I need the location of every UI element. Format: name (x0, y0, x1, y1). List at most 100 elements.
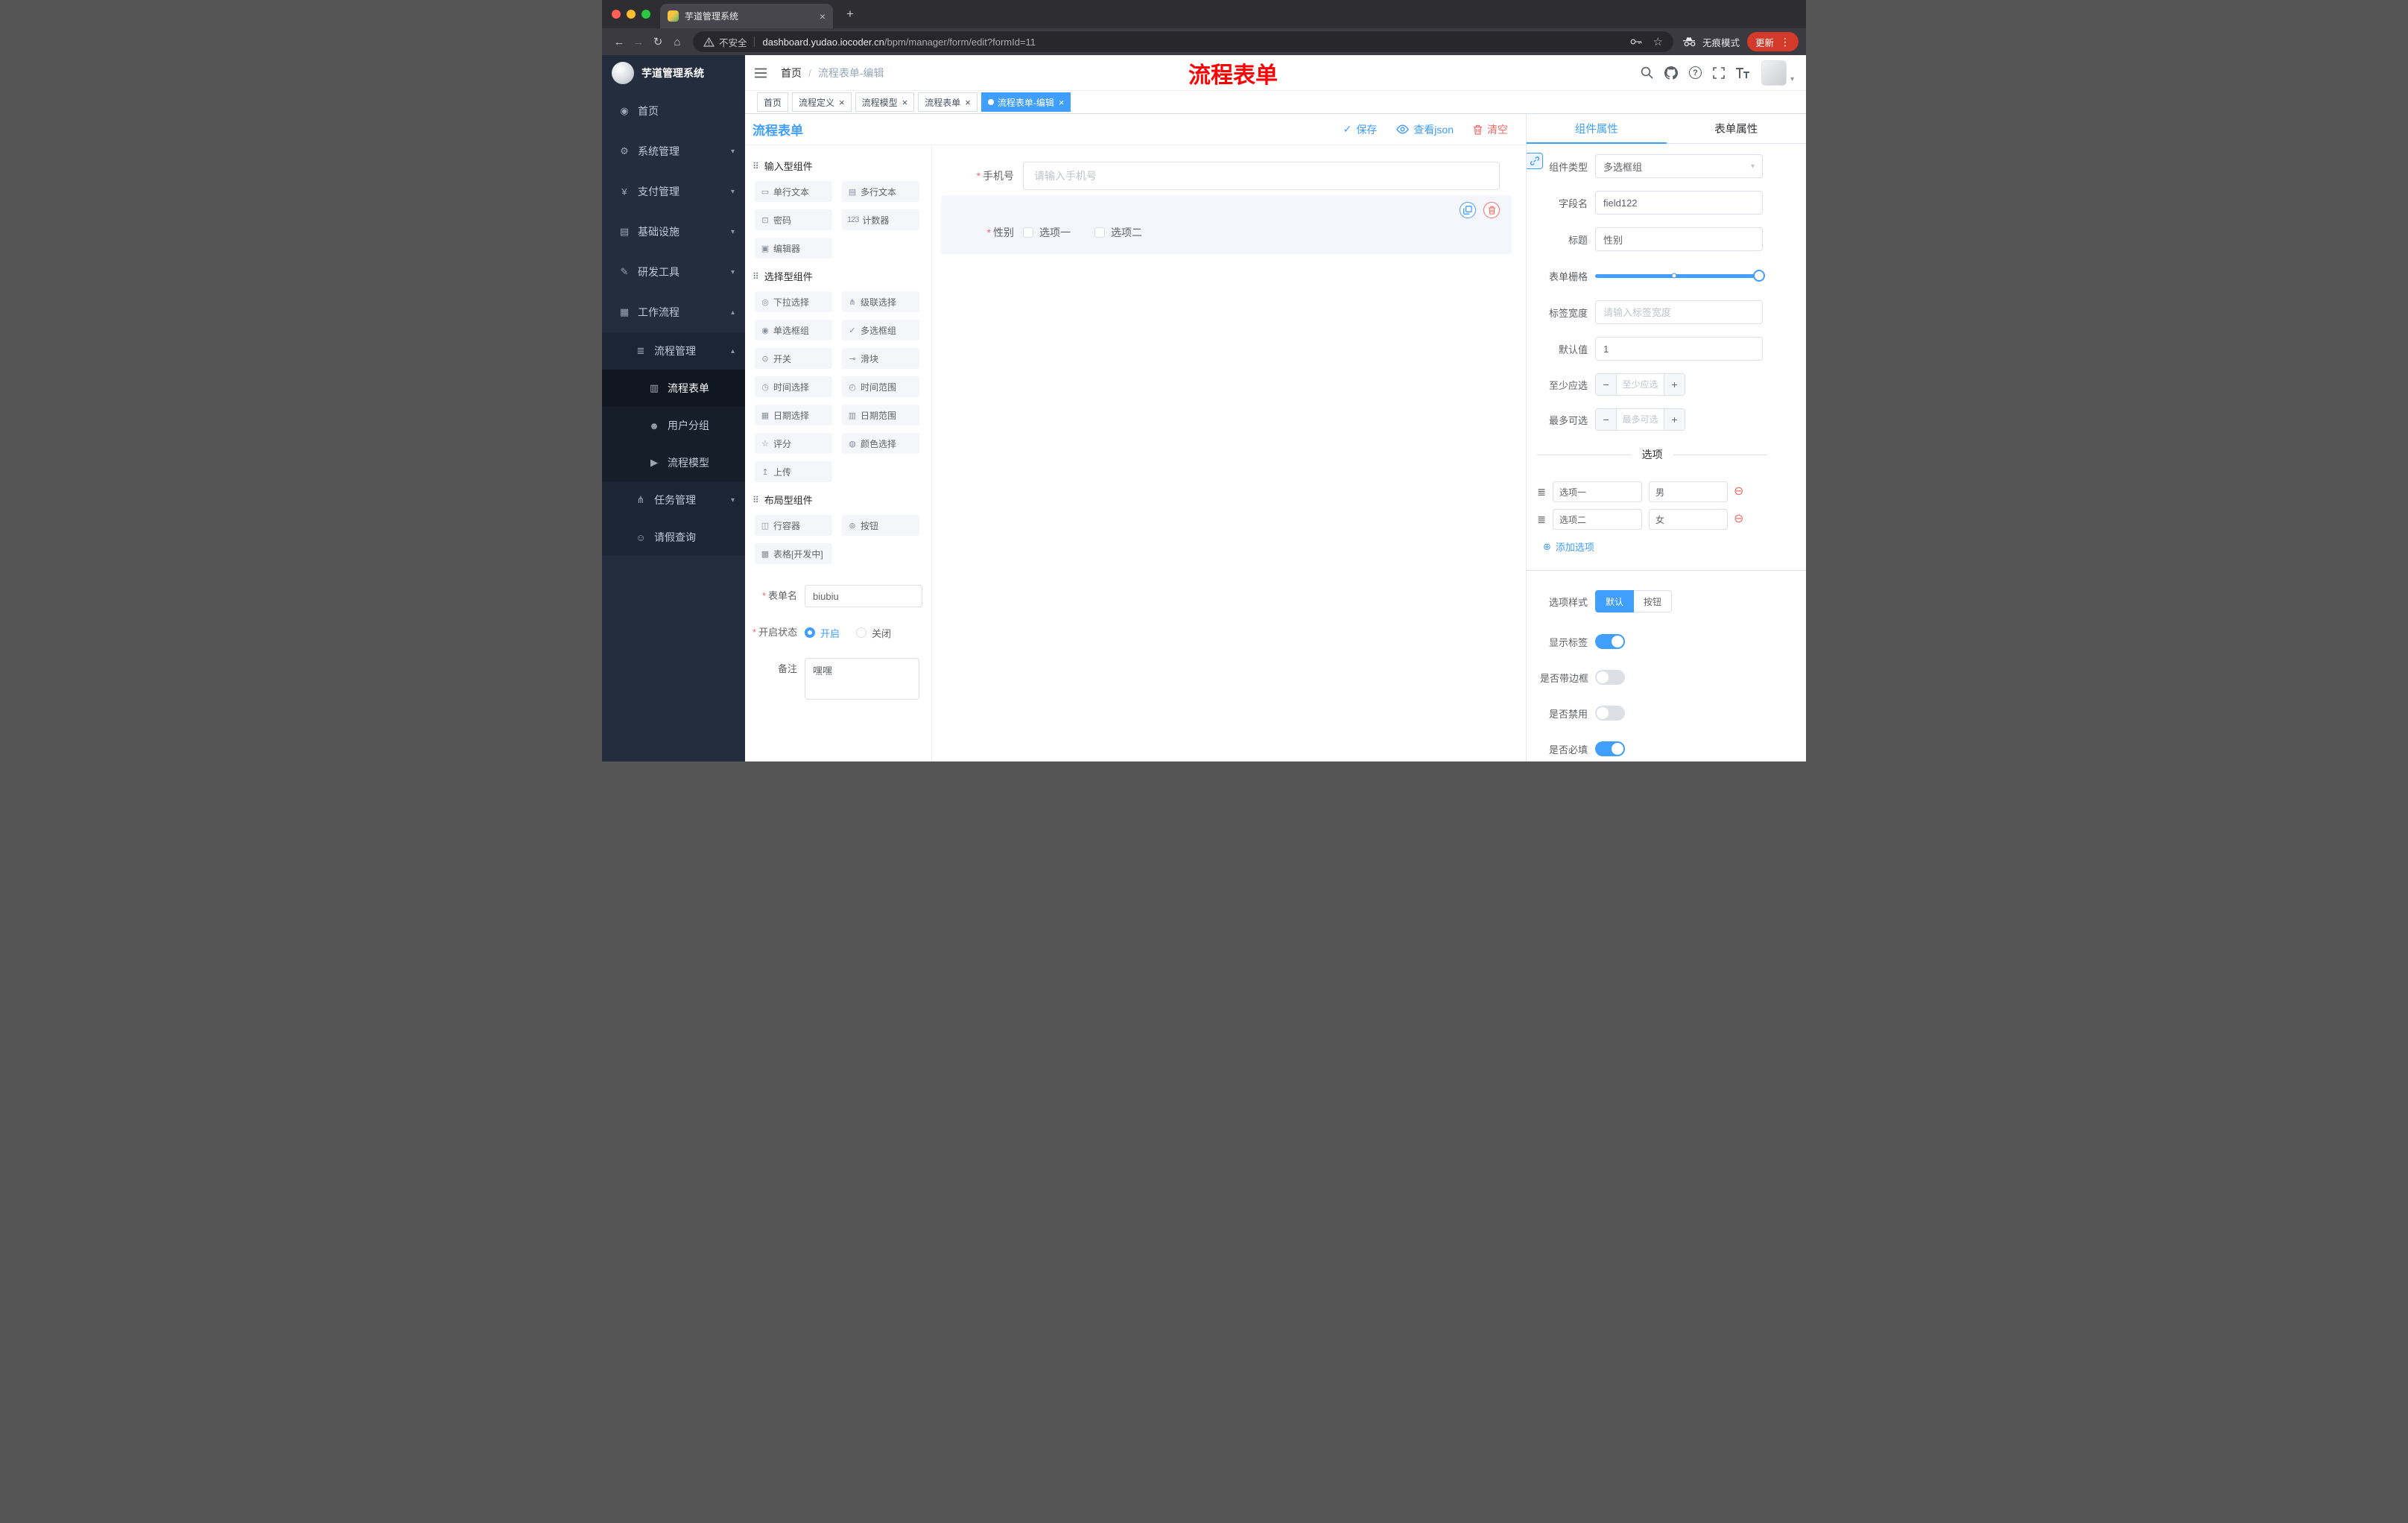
update-button[interactable]: 更新 ⋮ (1746, 32, 1799, 51)
palette-item-upload[interactable]: ↥ 上传 (755, 461, 832, 482)
sidebar-item-task-management[interactable]: ⋔ 任务管理 ▾ (602, 481, 745, 519)
slider-handle[interactable] (1753, 270, 1765, 282)
increase-button[interactable]: + (1664, 409, 1685, 430)
new-tab-button[interactable]: + (842, 7, 858, 22)
palette-item-cascader[interactable]: ⋔ 级联选择 (842, 291, 919, 312)
sidebar-item-dev-tools[interactable]: ✎ 研发工具 ▾ (602, 252, 745, 292)
toggle-switch[interactable] (1595, 670, 1625, 685)
sidebar-item-process-model[interactable]: ▶ 流程模型 (602, 444, 745, 481)
back-button[interactable]: ← (609, 36, 629, 48)
tags-view-item[interactable]: 流程定义 × (792, 92, 852, 112)
font-size-icon[interactable] (1735, 67, 1750, 78)
sidebar-item-process-form[interactable]: ▥ 流程表单 (602, 370, 745, 407)
option-name-input[interactable] (1553, 509, 1642, 530)
palette-item-color-picker[interactable]: ◍ 颜色选择 (842, 433, 919, 454)
sidebar-item-payment-management[interactable]: ¥ 支付管理 ▾ (602, 171, 745, 212)
default-value-input[interactable] (1595, 337, 1763, 361)
link-icon[interactable] (1527, 153, 1543, 169)
hamburger-menu-icon[interactable] (754, 68, 767, 78)
status-radio-off[interactable]: 关闭 (856, 626, 891, 640)
copy-component-button[interactable] (1460, 202, 1476, 218)
toggle-switch[interactable] (1595, 634, 1625, 649)
option-style-default-button[interactable]: 默认 (1595, 590, 1635, 612)
palette-item-table[interactable]: ▩ 表格[开发中] (755, 543, 832, 564)
tab-form-props[interactable]: 表单属性 (1667, 114, 1807, 143)
form-grid-slider[interactable] (1595, 264, 1765, 288)
avatar-caret-down-icon[interactable]: ▾ (1790, 75, 1794, 83)
forward-button[interactable]: → (629, 36, 648, 48)
option-name-input[interactable] (1553, 481, 1642, 502)
gender-option-1-checkbox[interactable]: 选项一 (1023, 225, 1071, 240)
palette-item-time-range[interactable]: ◴ 时间范围 (842, 376, 919, 397)
option-value-input[interactable] (1649, 481, 1728, 502)
security-label[interactable]: 不安全 (719, 35, 747, 49)
palette-item-checkbox-group[interactable]: ✓ 多选框组 (842, 320, 919, 341)
option-value-input[interactable] (1649, 509, 1728, 530)
delete-component-button[interactable] (1483, 202, 1500, 218)
status-radio-on[interactable]: 开启 (805, 626, 840, 640)
sidebar-item-leave-query[interactable]: ☺ 请假查询 (602, 519, 745, 556)
palette-item-multi-line-text[interactable]: ▤ 多行文本 (842, 181, 919, 202)
palette-item-row-container[interactable]: ◫ 行容器 (755, 515, 832, 536)
add-option-button[interactable]: ⊕ 添加选项 (1543, 539, 1763, 554)
close-icon[interactable]: × (1059, 98, 1065, 107)
drag-handle-icon[interactable]: ≣ (1536, 486, 1547, 498)
sidebar-item-process-management[interactable]: ≣ 流程管理 ▴ (602, 332, 745, 370)
min-select-input[interactable] (1617, 374, 1664, 395)
bookmark-star-icon[interactable]: ☆ (1653, 37, 1663, 48)
zoom-window-button[interactable] (641, 10, 650, 19)
palette-item-time-picker[interactable]: ◷ 时间选择 (755, 376, 832, 397)
close-window-button[interactable] (612, 10, 621, 19)
field-name-input[interactable] (1595, 191, 1763, 215)
phone-input[interactable] (1023, 162, 1500, 190)
tags-view-item[interactable]: 流程模型 × (855, 92, 915, 112)
save-button[interactable]: ✓ 保存 (1343, 122, 1378, 137)
fullscreen-icon[interactable] (1713, 66, 1725, 79)
browser-tab[interactable]: 芋道管理系统 × (660, 4, 833, 28)
user-avatar[interactable] (1761, 60, 1787, 86)
palette-item-date-picker[interactable]: ▦ 日期选择 (755, 405, 832, 425)
password-key-icon[interactable] (1630, 38, 1642, 45)
github-icon[interactable] (1664, 66, 1678, 80)
gender-field-block-selected[interactable]: * 性别 选项一 选项二 (941, 195, 1512, 254)
tags-view-item[interactable]: 流程表单 × (918, 92, 978, 112)
tab-component-props[interactable]: 组件属性 (1527, 114, 1667, 144)
phone-field-row[interactable]: * 手机号 (941, 162, 1512, 190)
palette-item-editor[interactable]: ▣ 编辑器 (755, 238, 832, 259)
decrease-button[interactable]: − (1596, 409, 1617, 430)
close-icon[interactable]: × (965, 98, 971, 107)
close-icon[interactable]: × (902, 98, 908, 107)
sidebar-item-workflow[interactable]: ▦ 工作流程 ▴ (602, 292, 745, 332)
option-style-button-button[interactable]: 按钮 (1634, 590, 1673, 612)
gender-option-2-checkbox[interactable]: 选项二 (1094, 225, 1142, 240)
increase-button[interactable]: + (1664, 374, 1685, 395)
palette-item-rate[interactable]: ☆ 评分 (755, 433, 832, 454)
reload-button[interactable]: ↻ (648, 35, 668, 48)
palette-item-counter[interactable]: 123 计数器 (842, 209, 919, 230)
title-input[interactable] (1595, 227, 1763, 251)
toggle-switch[interactable] (1595, 706, 1625, 721)
sidebar-item-system-management[interactable]: ⚙ 系统管理 ▾ (602, 131, 745, 171)
drag-handle-icon[interactable]: ≣ (1536, 513, 1547, 526)
minimize-window-button[interactable] (627, 10, 636, 19)
decrease-button[interactable]: − (1596, 374, 1617, 395)
breadcrumb-home[interactable]: 首页 (781, 67, 802, 79)
sidebar-item-infrastructure[interactable]: ▤ 基础设施 ▾ (602, 212, 745, 252)
tags-view-item[interactable]: 首页 (757, 92, 789, 112)
search-icon[interactable] (1641, 66, 1653, 79)
palette-item-password[interactable]: ⊡ 密码 (755, 209, 832, 230)
max-select-input[interactable] (1617, 409, 1664, 430)
remove-option-icon[interactable]: ⊖ (1734, 513, 1743, 525)
form-canvas[interactable]: * 手机号 请输入手机号 * 性别 选项一 选项二 (932, 145, 1526, 762)
close-icon[interactable]: × (839, 98, 845, 107)
tab-close-icon[interactable]: × (820, 10, 826, 22)
sidebar-item-user-group[interactable]: ☻ 用户分组 (602, 407, 745, 444)
palette-item-switch[interactable]: ⊙ 开关 (755, 348, 832, 369)
palette-item-radio-group[interactable]: ◉ 单选框组 (755, 320, 832, 341)
toggle-switch[interactable] (1595, 741, 1625, 756)
sidebar-item-home[interactable]: ◉ 首页 (602, 91, 745, 131)
logo-row[interactable]: 芋道管理系统 (602, 55, 745, 91)
component-type-select[interactable]: 多选框组 ▾ (1595, 154, 1763, 178)
palette-item-single-line-text[interactable]: ▭ 单行文本 (755, 181, 832, 202)
form-remark-textarea[interactable]: 嘿嘿 (805, 658, 919, 700)
